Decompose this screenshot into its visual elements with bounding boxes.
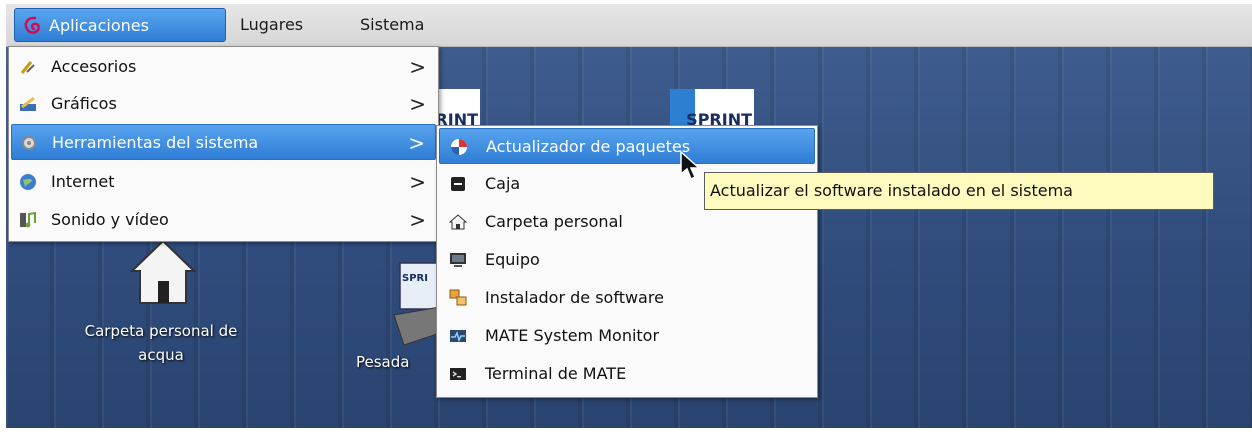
- chevron-right-icon: >: [409, 208, 426, 232]
- menu-item-mate-system-monitor[interactable]: MATE System Monitor: [439, 318, 815, 354]
- home-folder-desktop-label[interactable]: Carpeta personal de acqua: [36, 319, 286, 367]
- menu-item-accesorios[interactable]: Accesorios >: [11, 49, 436, 85]
- places-menu-button[interactable]: Lugares: [232, 8, 311, 42]
- system-tools-icon: [22, 136, 36, 150]
- chevron-right-icon: >: [409, 55, 426, 79]
- chevron-right-icon: >: [408, 131, 425, 155]
- sprint-desktop-icon[interactable]: SPRINT: [670, 89, 754, 129]
- menu-item-internet[interactable]: Internet >: [11, 164, 436, 200]
- chevron-right-icon: >: [409, 92, 426, 116]
- software-installer-icon: [449, 289, 467, 306]
- computer-icon: [450, 253, 466, 267]
- svg-text:SPRI: SPRI: [402, 273, 428, 284]
- system-menu-button[interactable]: Sistema: [352, 8, 432, 42]
- chevron-right-icon: >: [409, 170, 426, 194]
- graphics-icon: [20, 96, 36, 111]
- box-icon: [451, 177, 465, 191]
- menu-item-instalador-de-software[interactable]: Instalador de software: [439, 280, 815, 316]
- system-monitor-icon: [450, 330, 466, 343]
- terminal-icon: [450, 368, 466, 380]
- internet-icon: [20, 174, 36, 190]
- accessories-icon: [20, 61, 35, 74]
- applications-label: Aplicaciones: [49, 16, 149, 35]
- home-folder-icon: [449, 214, 467, 230]
- mouse-pointer-icon: [680, 150, 701, 181]
- menu-item-graficos[interactable]: Gráficos >: [11, 86, 436, 122]
- sound-video-icon: [20, 211, 36, 228]
- menu-item-equipo[interactable]: Equipo: [439, 242, 815, 278]
- debian-swirl-icon: [24, 16, 40, 34]
- applications-menu: Accesorios > Gráficos > Herramientas del…: [8, 46, 439, 242]
- tooltip: Actualizar el software instalado en el s…: [704, 172, 1214, 210]
- top-panel: Aplicaciones Lugares Sistema: [6, 4, 1252, 47]
- applications-menu-button[interactable]: Aplicaciones: [14, 8, 226, 42]
- package-updater-icon: [451, 139, 467, 155]
- scale-desktop-label[interactable]: Pesada: [356, 353, 409, 371]
- menu-item-terminal-de-mate[interactable]: Terminal de MATE: [439, 356, 815, 392]
- menu-item-actualizador-de-paquetes[interactable]: Actualizador de paquetes: [439, 128, 815, 164]
- home-folder-desktop-icon[interactable]: [130, 237, 196, 307]
- system-tools-submenu: Actualizador de paquetes Caja Carpeta pe…: [436, 125, 818, 398]
- menu-item-sonido-y-video[interactable]: Sonido y vídeo >: [11, 202, 436, 238]
- menu-item-herramientas-del-sistema[interactable]: Herramientas del sistema >: [11, 124, 436, 160]
